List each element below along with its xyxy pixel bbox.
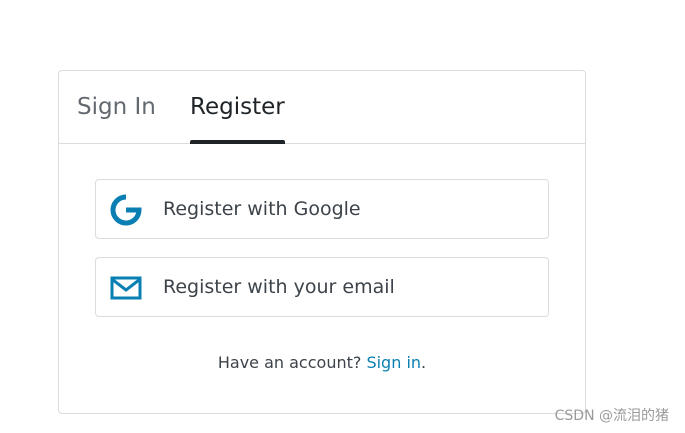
tab-sign-in[interactable]: Sign In (77, 71, 156, 144)
watermark: CSDN @流泪的猪 (554, 408, 669, 424)
email-button-label: Register with your email (163, 276, 395, 298)
sign-in-link[interactable]: Sign in (366, 353, 421, 372)
register-card: Sign In Register Register with Google Re… (58, 70, 586, 414)
google-g-icon (110, 194, 142, 226)
auth-tabs: Sign In Register (59, 71, 585, 144)
register-with-email-button[interactable]: Register with your email (95, 257, 549, 317)
google-button-label: Register with Google (163, 198, 361, 220)
sign-in-prompt: Have an account? Sign in. (59, 353, 585, 372)
active-tab-indicator (190, 140, 285, 144)
tab-register-label: Register (190, 94, 285, 120)
tab-sign-in-label: Sign In (77, 94, 156, 120)
have-account-text: Have an account? (217, 353, 367, 372)
tab-register[interactable]: Register (190, 71, 285, 144)
footer-period: . (421, 353, 427, 372)
envelope-icon (110, 272, 142, 304)
register-with-google-button[interactable]: Register with Google (95, 179, 549, 239)
